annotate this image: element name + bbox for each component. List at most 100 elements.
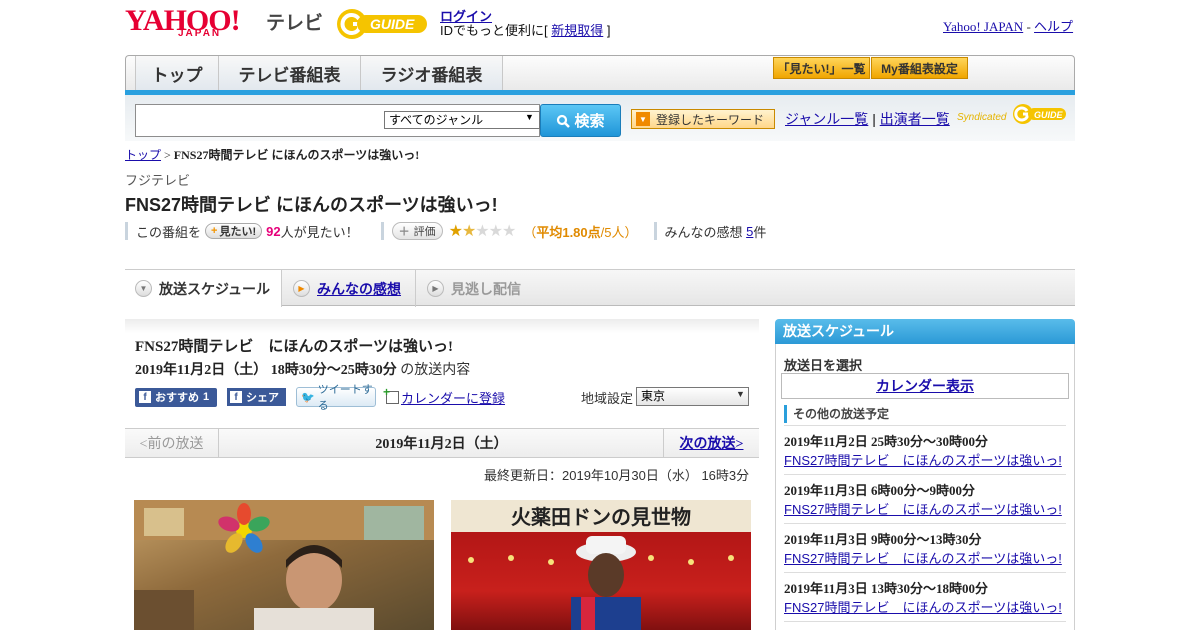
my-listing-settings-button[interactable]: My番組表設定	[871, 57, 968, 79]
program-photo-2: 火薬田ドンの見世物	[451, 500, 751, 630]
fb-share-label: シェア	[246, 392, 279, 404]
broadcast-title: FNS27時間テレビ にほんのスポーツは強いっ!	[135, 339, 454, 355]
svg-text:GUIDE: GUIDE	[370, 16, 415, 32]
schedule-item: 2019年11月3日 9時00分～13時30分 FNS27時間テレビ にほんのス…	[784, 524, 1066, 573]
facebook-recommend-button[interactable]: f おすすめ 1	[135, 387, 217, 407]
sidebar-title: 放送スケジュール	[775, 319, 1075, 344]
schedule-time: 2019年11月3日 6時00分～9時00分	[784, 483, 976, 498]
svg-text:火薬田ドンの見世物: 火薬田ドンの見世物	[511, 505, 691, 529]
tweet-label: ツイートする	[317, 384, 373, 412]
rating-count: /5人）	[600, 224, 638, 240]
login-description: IDでもっと便利に[ 新規取得 ]	[440, 20, 611, 39]
star-empty-icon: ★	[488, 223, 503, 240]
gguide-syndicated-logo: GUIDE	[1013, 104, 1066, 124]
registered-keywords-button[interactable]: ▼ 登録したキーワード	[631, 109, 775, 129]
play-arrow-icon: ▶	[293, 280, 310, 297]
breadcrumb: トップ > FNS27時間テレビ にほんのスポーツは強いっ!	[125, 146, 419, 163]
rate-button[interactable]: ＋評価	[391, 222, 443, 240]
watch-count: 92	[266, 223, 281, 239]
tweet-button[interactable]: 🐦 ツイートする	[296, 384, 376, 412]
schedule-link[interactable]: FNS27時間テレビ にほんのスポーツは強いっ!	[784, 548, 1062, 566]
program-info-row: この番組を + 見たい! 92 人が見たい！ ＋評価 ★★★★★ （ 平均1.80…	[125, 221, 766, 241]
schedule-link[interactable]: FNS27時間テレビ にほんのスポーツは強いっ!	[784, 499, 1062, 517]
register-link[interactable]: 新規取得	[551, 23, 603, 38]
current-broadcast-date: 2019年11月2日（土）	[375, 437, 508, 452]
facebook-icon: f	[230, 391, 242, 403]
rating-average: 平均1.80点	[536, 224, 601, 240]
search-button[interactable]: 検索	[540, 104, 621, 137]
region-label: 地域設定	[581, 391, 634, 406]
next-broadcast-link[interactable]: 次の放送>	[663, 429, 759, 457]
other-schedule-heading: その他の放送予定	[784, 405, 1066, 423]
breadcrumb-current: FNS27時間テレビ にほんのスポーツは強いっ!	[173, 148, 420, 162]
help-link[interactable]: ヘルプ	[1034, 19, 1073, 34]
top-links-separator: -	[1026, 19, 1031, 34]
nav-tab-radio-listings[interactable]: ラジオ番組表	[361, 56, 503, 90]
page-title: FNS27時間テレビ にほんのスポーツは強いっ!	[125, 195, 498, 215]
region-select-arrow-icon[interactable]: ▼	[736, 389, 745, 399]
calendar-view-button[interactable]: カレンダー表示	[781, 373, 1069, 399]
stage-photo-illustration: 火薬田ドンの見世物	[451, 500, 751, 630]
schedule-item: 2019年11月3日 6時00分～9時00分 FNS27時間テレビ にほんのスポ…	[784, 475, 1066, 524]
mitai-button-label: 見たい!	[219, 226, 257, 238]
genre-list-link[interactable]: ジャンル一覧	[785, 111, 868, 127]
list-links: ジャンル一覧 | 出演者一覧	[785, 109, 950, 129]
watch-prefix: この番組を	[136, 224, 202, 240]
svg-text:GUIDE: GUIDE	[1034, 110, 1064, 120]
facebook-share-button[interactable]: f シェア	[227, 388, 286, 406]
divider	[380, 222, 384, 240]
studio-photo-illustration	[134, 500, 434, 630]
schedule-link[interactable]: FNS27時間テレビ にほんのスポーツは強いっ!	[784, 597, 1062, 615]
rating-open: （	[523, 224, 537, 240]
schedule-time: 2019年11月3日 13時30分～18時00分	[784, 581, 989, 596]
star-full-icon: ★	[448, 223, 463, 240]
login-desc-prefix: IDでもっと便利に[	[440, 23, 548, 38]
nav-tab-tv-listings[interactable]: テレビ番組表	[219, 56, 361, 90]
magnifier-icon	[557, 114, 571, 128]
rate-button-label: 評価	[413, 226, 436, 238]
star-partial-icon: ★	[461, 223, 476, 240]
genre-select-arrow-icon[interactable]: ▼	[525, 112, 534, 122]
impressions-count-link[interactable]: 5	[746, 224, 753, 239]
plus-icon: +	[211, 225, 218, 237]
tv-logo-text[interactable]: テレビ	[266, 8, 323, 35]
share-row: f おすすめ 1 f シェア 🐦ツイートする カレンダーに登録	[135, 384, 505, 412]
region-select[interactable]: 東京	[636, 387, 749, 406]
tab-broadcast-schedule[interactable]: ▼ 放送スケジュール	[125, 270, 282, 307]
search-button-label: 検索	[574, 113, 605, 130]
divider	[125, 222, 128, 240]
impressions-unit: 件	[753, 224, 767, 240]
gguide-logo[interactable]: GUIDE	[335, 7, 431, 41]
yahoo-japan-logo-text: JAPAN	[178, 28, 222, 39]
mitai-list-button[interactable]: 「見たい!」一覧	[773, 57, 870, 79]
yahoo-japan-link[interactable]: Yahoo! JAPAN	[943, 19, 1023, 34]
breadcrumb-separator: >	[164, 148, 171, 162]
tab-label[interactable]: みんなの感想	[317, 279, 401, 299]
calendar-register-link[interactable]: カレンダーに登録	[383, 385, 505, 407]
divider	[653, 222, 657, 240]
plus-circle-icon: ＋	[398, 226, 410, 238]
calendar-add-icon	[383, 385, 399, 404]
star-empty-icon: ★	[475, 223, 489, 240]
registered-keywords-label: 登録したキーワード	[656, 112, 765, 127]
rating-stars: ★★★★★	[448, 221, 517, 241]
performer-list-link[interactable]: 出演者一覧	[880, 111, 950, 127]
schedule-link[interactable]: FNS27時間テレビ にほんのスポーツは強いっ!	[784, 450, 1062, 468]
schedule-item: 2019年11月3日 13時30分～18時00分 FNS27時間テレビ にほんの…	[784, 573, 1066, 622]
program-photo-1	[134, 500, 434, 630]
watch-suffix: 人が見たい！	[280, 224, 359, 240]
select-date-label: 放送日を選択	[784, 358, 863, 373]
list-links-divider: |	[872, 111, 876, 127]
mitai-button[interactable]: + 見たい!	[205, 223, 263, 239]
twitter-bird-icon: 🐦	[301, 391, 315, 404]
login-desc-suffix: ]	[606, 23, 611, 38]
last-updated: 最終更新日：2019年10月30日（水） 16時3分	[484, 468, 750, 483]
genre-select[interactable]: すべてのジャンル	[384, 111, 540, 129]
tab-impressions[interactable]: ▶ みんなの感想	[283, 270, 416, 307]
broadcast-date: 2019年11月2日（土） 18時30分～25時30分	[135, 363, 397, 378]
breadcrumb-top-link[interactable]: トップ	[125, 148, 161, 162]
nav-tab-top[interactable]: トップ	[135, 56, 219, 90]
schedule-item: 2019年11月2日 25時30分～30時00分 FNS27時間テレビ にほんの…	[784, 426, 1066, 475]
fb-recommend-label: おすすめ	[155, 392, 199, 404]
prev-broadcast: <前の放送	[125, 429, 219, 457]
